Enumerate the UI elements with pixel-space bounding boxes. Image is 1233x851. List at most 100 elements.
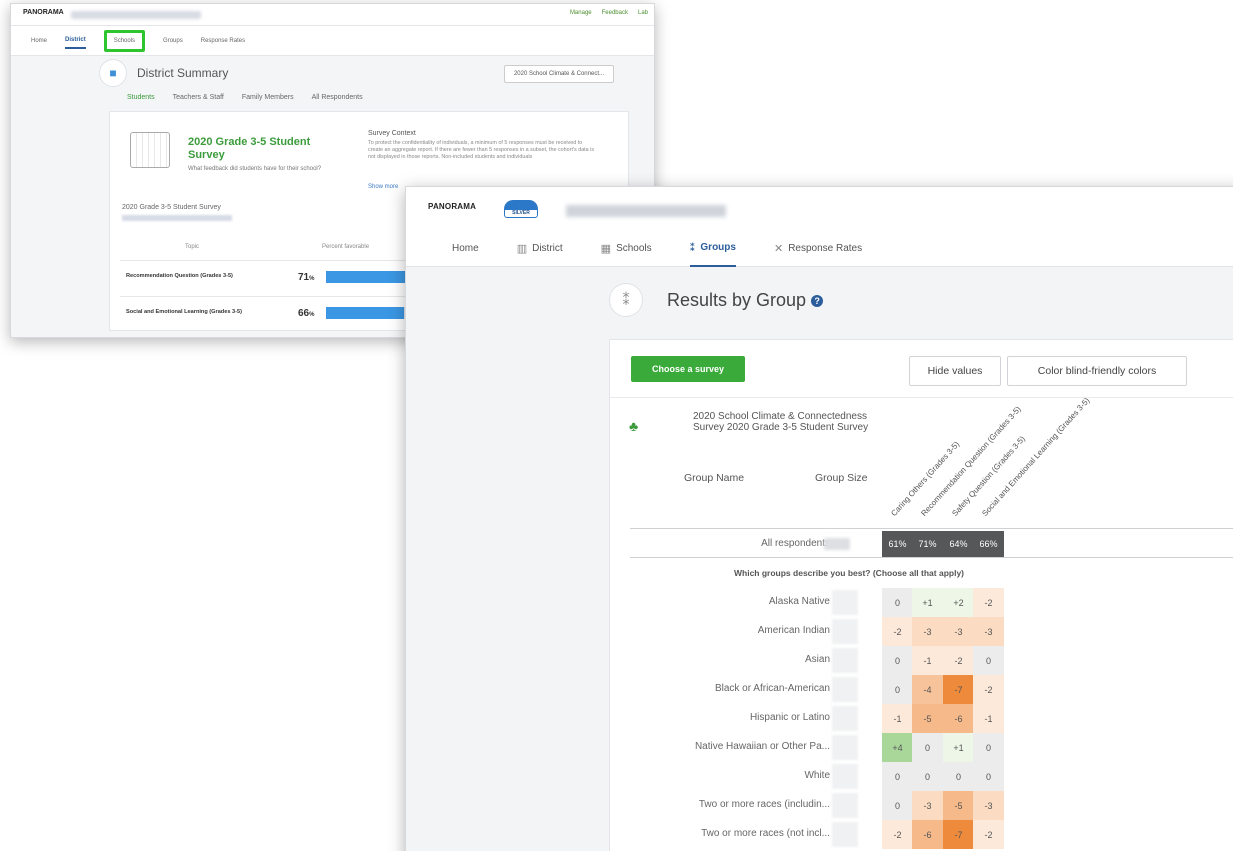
table-row[interactable]: White 0 0 0 0	[630, 762, 1233, 791]
nav-groups[interactable]: ⁑ Groups	[689, 237, 736, 267]
survey-context-text: To protect the confidentiality of indivi…	[368, 140, 595, 160]
respondent-tabs: Students Teachers & Staff Family Members…	[127, 94, 654, 101]
heatmap-cell[interactable]: 0	[882, 762, 913, 791]
survey-illustration-icon	[130, 132, 170, 168]
tab-students[interactable]: Students	[127, 94, 155, 101]
heatmap-cell[interactable]: -1	[912, 646, 943, 675]
table-row[interactable]: Black or African-American 0 -4 -7 -2	[630, 675, 1233, 704]
heatmap-cell[interactable]: -3	[973, 791, 1004, 820]
manage-link[interactable]: Manage	[570, 10, 592, 16]
heatmap-cell[interactable]: 0	[882, 646, 913, 675]
heatmap-cell[interactable]: -4	[912, 675, 943, 704]
back-nav-schools[interactable]: Schools	[103, 29, 146, 52]
group-size-redacted	[832, 706, 858, 731]
back-nav-district[interactable]: District	[65, 33, 86, 49]
group-name: Two or more races (includin...	[698, 799, 830, 810]
back-topbar: PANORAMA Manage Feedback Lab	[11, 4, 654, 26]
table-row[interactable]: Native Hawaiian or Other Pa... +4 0 +1 0	[630, 733, 1233, 762]
hide-values-button[interactable]: Hide values	[909, 356, 1001, 386]
heatmap-cell[interactable]: -3	[973, 617, 1004, 646]
back-nav-response-rates[interactable]: Response Rates	[201, 38, 245, 44]
row-bar-fill	[326, 271, 410, 283]
tab-family-members[interactable]: Family Members	[242, 94, 294, 101]
heatmap-cell[interactable]: +2	[943, 588, 974, 617]
row-topic: Social and Emotional Learning (Grades 3-…	[126, 309, 242, 315]
table-row[interactable]: American Indian -2 -3 -3 -3	[630, 617, 1233, 646]
back-nav-home[interactable]: Home	[31, 38, 47, 44]
heatmap-cell[interactable]: +1	[912, 588, 943, 617]
heatmap-cell[interactable]: -5	[912, 704, 943, 733]
heatmap-cell[interactable]: -2	[973, 820, 1004, 849]
heatmap-cell[interactable]: -7	[943, 820, 974, 849]
heatmap-cell[interactable]: 0	[973, 762, 1004, 791]
card-divider	[610, 397, 1233, 398]
color-blind-button[interactable]: Color blind-friendly colors	[1007, 356, 1187, 386]
heatmap-cell[interactable]: -1	[882, 704, 913, 733]
all-respondents-cell[interactable]: 64%	[943, 531, 974, 557]
heatmap-cell[interactable]: -3	[912, 791, 943, 820]
district-name-redacted	[566, 205, 726, 217]
survey-context-heading: Survey Context	[368, 130, 416, 137]
group-name: White	[804, 770, 830, 781]
group-name: Native Hawaiian or Other Pa...	[694, 741, 830, 752]
heatmap-cell[interactable]: -5	[943, 791, 974, 820]
heatmap-cell[interactable]: 0	[973, 646, 1004, 675]
heatmap-cell[interactable]: -2	[973, 675, 1004, 704]
tab-all-respondents[interactable]: All Respondents	[312, 94, 363, 101]
heatmap-cell[interactable]: 0	[882, 675, 913, 704]
group-name: Black or African-American	[714, 683, 830, 694]
nav-district[interactable]: ▥ District	[517, 237, 563, 267]
table-row[interactable]: Recommendation Question (Grades 3-5) 71%	[120, 260, 444, 296]
heatmap-cell[interactable]: +1	[943, 733, 974, 762]
nav-home[interactable]: Home	[452, 237, 479, 267]
tab-teachers-staff[interactable]: Teachers & Staff	[173, 94, 224, 101]
percent-favorable-header[interactable]: Percent favorable	[322, 244, 369, 250]
nav-response-rates[interactable]: ✕ Response Rates	[774, 237, 862, 267]
heatmap-cell[interactable]: -6	[943, 704, 974, 733]
heatmap-cell[interactable]: 0	[943, 762, 974, 791]
heatmap-cell[interactable]: 0	[973, 733, 1004, 762]
heatmap-cell[interactable]: -3	[943, 617, 974, 646]
topic-column-header[interactable]: Social and Emotional Learning (Grades 3-…	[980, 396, 1091, 518]
survey-name: 2020 School Climate & Connectedness Surv…	[693, 411, 869, 433]
group-name: Two or more races (not incl...	[701, 828, 830, 839]
table-row[interactable]: Asian 0 -1 -2 0	[630, 646, 1233, 675]
feedback-link[interactable]: Feedback	[602, 10, 628, 16]
heatmap-cell[interactable]: -6	[912, 820, 943, 849]
survey-title[interactable]: 2020 Grade 3-5 Student Survey	[188, 136, 348, 162]
heatmap-cell[interactable]: -2	[943, 646, 974, 675]
heatmap-cell[interactable]: +4	[882, 733, 913, 762]
back-top-links: Manage Feedback Lab	[570, 10, 648, 16]
heatmap-cell[interactable]: 0	[882, 791, 913, 820]
table-row[interactable]: Alaska Native 0 +1 +2 -2	[630, 588, 1233, 617]
group-question: Which groups describe you best? (Choose …	[734, 568, 964, 578]
survey-subtitle: What feedback did students have for thei…	[188, 166, 322, 172]
all-respondents-cell[interactable]: 66%	[973, 531, 1004, 557]
heatmap-cell[interactable]: -7	[943, 675, 974, 704]
heatmap-cell[interactable]: -1	[973, 704, 1004, 733]
help-icon[interactable]: ?	[811, 294, 824, 307]
back-nav-groups[interactable]: Groups	[163, 38, 183, 44]
heatmap-cell[interactable]: 0	[912, 762, 943, 791]
heatmap-cell[interactable]: 0	[912, 733, 943, 762]
table-row[interactable]: Two or more races (not incl... -2 -6 -7 -2	[630, 820, 1233, 849]
table-row[interactable]: Two or more races (includin... 0 -3 -5 -3	[630, 791, 1233, 820]
heatmap-cell[interactable]: -2	[973, 588, 1004, 617]
heatmap-cell[interactable]: -2	[882, 617, 913, 646]
all-respondents-cell[interactable]: 61%	[882, 531, 913, 557]
choose-survey-button[interactable]: Choose a survey	[631, 356, 745, 382]
all-respondents-cell[interactable]: 71%	[912, 531, 943, 557]
heatmap-cell[interactable]: -2	[882, 820, 913, 849]
group-size-redacted	[824, 538, 850, 550]
topic-header: Topic	[185, 244, 200, 250]
show-more-link[interactable]: Show more	[368, 184, 398, 190]
nav-district-label: District	[532, 242, 563, 254]
district-name-redacted	[71, 11, 201, 19]
nav-schools[interactable]: ▦ Schools	[601, 237, 652, 267]
table-row[interactable]: Social and Emotional Learning (Grades 3-…	[120, 296, 444, 332]
heatmap-cell[interactable]: -3	[912, 617, 943, 646]
heatmap-cell[interactable]: 0	[882, 588, 913, 617]
lab-link[interactable]: Lab	[638, 10, 648, 16]
survey-dropdown[interactable]: 2020 School Climate & Connect...	[503, 65, 614, 83]
table-row[interactable]: Hispanic or Latino -1 -5 -6 -1	[630, 704, 1233, 733]
